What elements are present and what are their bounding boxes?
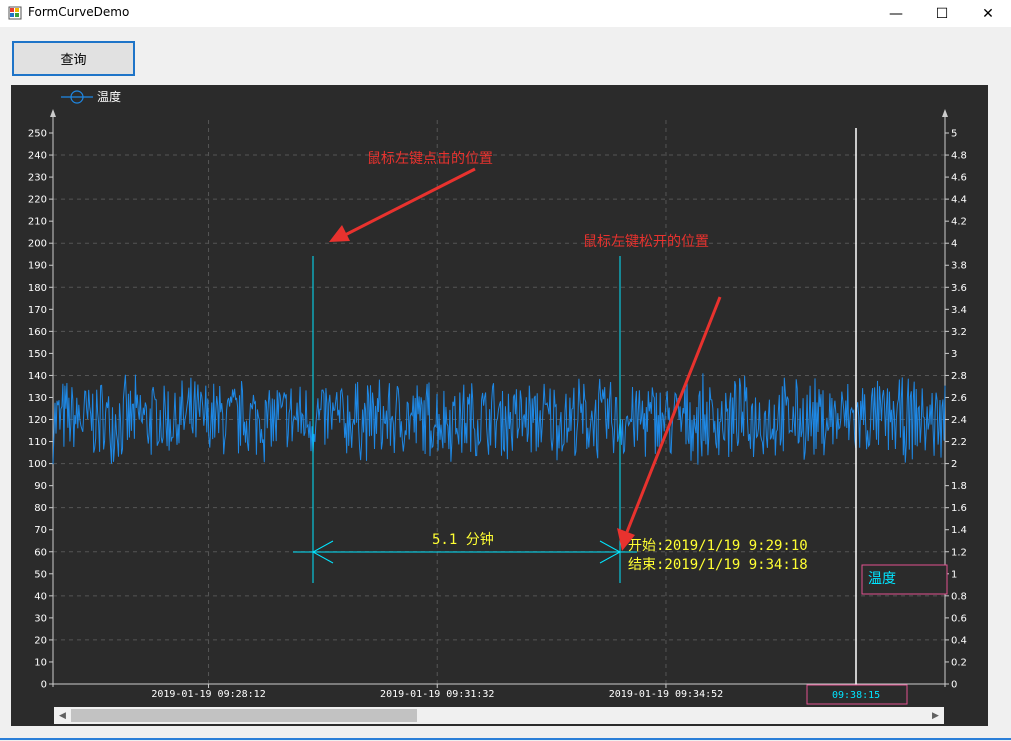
y-tick-label: 50 (34, 569, 47, 580)
y2-tick-label: 5 (951, 129, 957, 140)
start-time-label: 开始:2019/1/19 9:29:10 (628, 538, 808, 554)
y-tick-label: 150 (28, 349, 47, 360)
y-tick-label: 20 (34, 635, 47, 646)
y2-tick-label: 3.4 (951, 305, 967, 316)
y-tick-label: 10 (34, 657, 47, 668)
y2-tick-label: 4.2 (951, 217, 967, 228)
minimize-icon: — (889, 5, 903, 22)
status-border (0, 738, 1011, 740)
cursor-tooltip: 温度 (861, 564, 948, 595)
axes (50, 109, 948, 687)
y-tick-label: 120 (28, 415, 47, 426)
release-annotation: 鼠标左键松开的位置 (583, 234, 709, 250)
close-icon: ✕ (982, 5, 994, 22)
y-tick-label: 140 (28, 371, 47, 382)
y2-tick-label: 3 (951, 349, 957, 360)
y-tick-label: 90 (34, 481, 47, 492)
y-axis-left-ticks: 0 10 20 30 40 50 60 70 80 90 100 110 120 130 140 150 160… (28, 129, 53, 691)
y-tick-label: 190 (28, 261, 47, 272)
y2-tick-label: 0.8 (951, 591, 967, 602)
y2-tick-label: 1.6 (951, 503, 967, 514)
y2-tick-label: 2.6 (951, 393, 967, 404)
legend-label: 温度 (97, 89, 121, 104)
y2-tick-label: 1.8 (951, 481, 967, 492)
y-tick-label: 60 (34, 547, 47, 558)
window-title: FormCurveDemo (28, 5, 130, 19)
y-tick-label: 110 (28, 437, 47, 448)
y2-tick-label: 4 (951, 239, 957, 250)
y2-tick-label: 0.4 (951, 635, 967, 646)
y2-tick-label: 3.2 (951, 327, 967, 338)
axis-arrow-icon (50, 109, 56, 117)
press-annotation: 鼠标左键点击的位置 (367, 151, 493, 167)
y2-tick-label: 0 (951, 680, 957, 691)
y-tick-label: 40 (34, 591, 47, 602)
y2-tick-label: 3.8 (951, 261, 967, 272)
cursor-time-label: 09:38:15 (832, 690, 880, 701)
y2-tick-label: 3.6 (951, 283, 967, 294)
maximize-icon: ☐ (935, 5, 949, 22)
duration-label: 5.1 分钟 (432, 531, 494, 548)
minimize-button[interactable]: — (873, 0, 919, 27)
y2-tick-label: 4.4 (951, 195, 967, 206)
y-tick-label: 30 (34, 613, 47, 624)
y-tick-label: 210 (28, 217, 47, 228)
y-tick-label: 170 (28, 305, 47, 316)
y-tick-label: 220 (28, 195, 47, 206)
y-tick-label: 0 (41, 680, 47, 691)
maximize-button[interactable]: ☐ (919, 0, 965, 27)
y2-tick-label: 4.8 (951, 151, 967, 162)
duration-measure: 5.1 分钟 (293, 531, 637, 564)
y-tick-label: 230 (28, 173, 47, 184)
curve-chart[interactable]: 0 10 20 30 40 50 60 70 80 90 100 110 120 130 140 150 160… (11, 85, 988, 726)
y-axis-right-ticks: 0 0.2 0.4 0.6 0.8 1 1.2 1.4 1.6 1.8 2 2.2 2.4 2.6 2.8 3… (945, 129, 967, 691)
axis-arrow-icon (942, 109, 948, 117)
y-tick-label: 80 (34, 503, 47, 514)
x-tick-label: 2019-01-19 09:34:52 (609, 689, 723, 700)
y-tick-label: 240 (28, 151, 47, 162)
series-line-temperature (52, 373, 946, 465)
y2-tick-label: 1 (951, 569, 957, 580)
press-arrow-icon (329, 167, 476, 242)
chart-canvas: 0102030405060708090100110120130140150160… (28, 89, 967, 705)
y-tick-label: 70 (34, 525, 47, 536)
query-button[interactable]: 查询 (12, 41, 135, 76)
y2-tick-label: 1.4 (951, 525, 967, 536)
app-icon (8, 6, 22, 20)
y2-tick-label: 1.2 (951, 547, 967, 558)
x-tick-label: 2019-01-19 09:31:32 (380, 689, 494, 700)
y2-tick-label: 2 (951, 459, 957, 470)
y-tick-label: 130 (28, 393, 47, 404)
x-axis-ticks: 2019-01-19 09:28:12 2019-01-19 09:31:32 20… (151, 684, 723, 700)
cursor-series-label: 温度 (868, 571, 896, 587)
x-tick-label: 2019-01-19 09:28:12 (151, 689, 265, 700)
y-tick-label: 180 (28, 283, 47, 294)
scroll-right-arrow-icon[interactable]: ▶ (927, 707, 944, 724)
y2-tick-label: 2.2 (951, 437, 967, 448)
scroll-thumb[interactable] (71, 709, 417, 722)
close-button[interactable]: ✕ (965, 0, 1011, 27)
end-time-label: 结束:2019/1/19 9:34:18 (628, 557, 808, 573)
y2-tick-label: 2.4 (951, 415, 967, 426)
title-bar: FormCurveDemo — ☐ ✕ (0, 0, 1011, 27)
grid-lines (53, 120, 945, 684)
y-tick-label: 100 (28, 459, 47, 470)
y-tick-label: 200 (28, 239, 47, 250)
y2-tick-label: 2.8 (951, 371, 967, 382)
horizontal-scrollbar[interactable]: ◀ ▶ (54, 707, 944, 724)
y-tick-label: 250 (28, 129, 47, 140)
y2-tick-label: 0.6 (951, 613, 967, 624)
y2-tick-label: 4.6 (951, 173, 967, 184)
legend[interactable]: 温度 (61, 89, 121, 104)
y2-tick-label: 0.2 (951, 657, 967, 668)
y-tick-label: 160 (28, 327, 47, 338)
cursor-time-badge: 09:38:15 (806, 684, 908, 705)
scroll-left-arrow-icon[interactable]: ◀ (54, 707, 71, 724)
